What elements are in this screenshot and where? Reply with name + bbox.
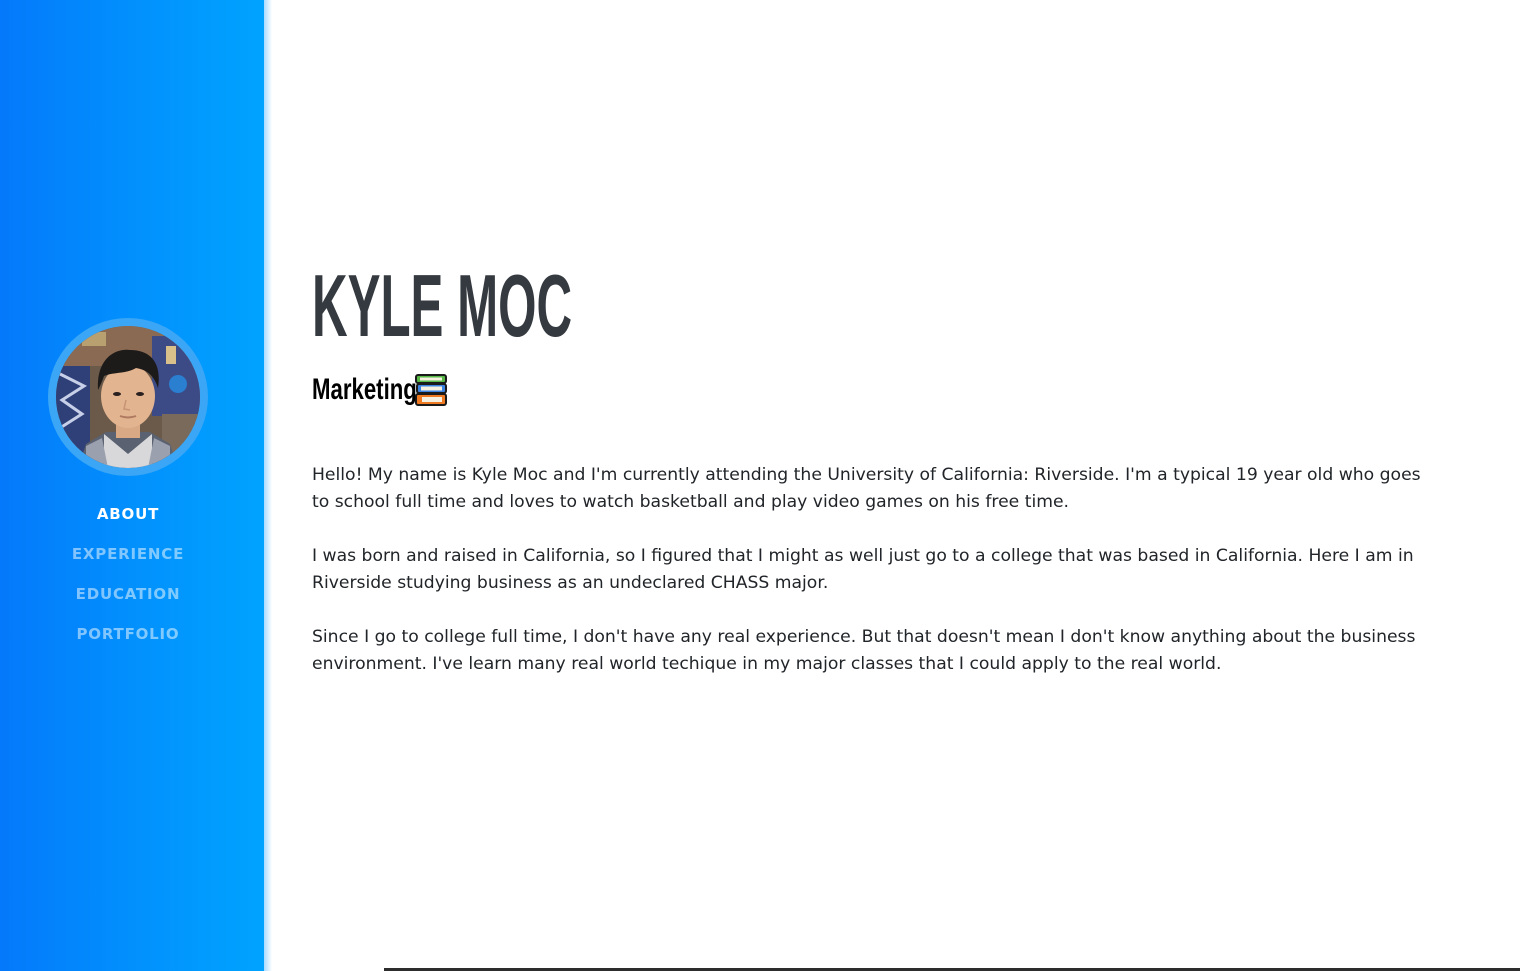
subtitle-text: Marketing bbox=[312, 373, 417, 406]
about-paragraph-2: I was born and raised in California, so … bbox=[312, 546, 1414, 593]
avatar bbox=[48, 318, 208, 476]
about-paragraph-1: Hello! My name is Kyle Moc and I'm curre… bbox=[312, 465, 1421, 512]
nav-item-experience[interactable]: EXPERIENCE bbox=[0, 542, 256, 582]
profile-photo bbox=[56, 326, 200, 468]
nav-item-about[interactable]: ABOUT bbox=[0, 502, 256, 542]
subtitle: Marketing bbox=[312, 370, 448, 410]
books-icon bbox=[414, 373, 448, 407]
sidebar-edge bbox=[264, 0, 272, 971]
nav-item-portfolio[interactable]: PORTFOLIO bbox=[0, 622, 256, 662]
about-paragraph-3: Since I go to college full time, I don't… bbox=[312, 627, 1416, 674]
page-title: KYLE MOC bbox=[312, 256, 573, 355]
sidebar: ABOUT EXPERIENCE EDUCATION PORTFOLIO bbox=[0, 0, 264, 971]
nav-item-education[interactable]: EDUCATION bbox=[0, 582, 256, 622]
sidebar-nav: ABOUT EXPERIENCE EDUCATION PORTFOLIO bbox=[0, 502, 256, 662]
